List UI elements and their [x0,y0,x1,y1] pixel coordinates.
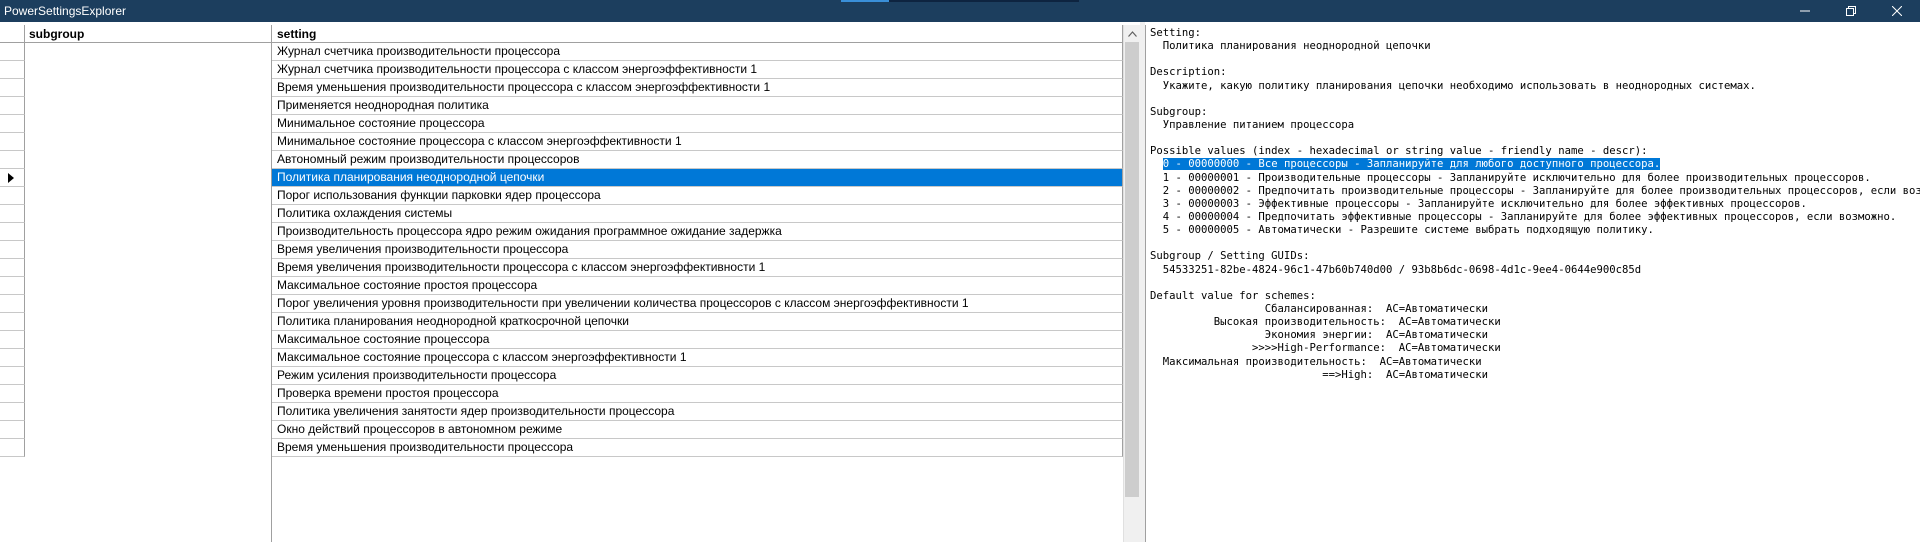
details-line: Setting: [1150,27,1202,39]
table-row[interactable]: Время уменьшения производительности проц… [272,79,1123,97]
table-row[interactable]: Проверка времени простоя процессора [272,385,1123,403]
details-line [1150,132,1920,145]
row-header[interactable] [0,439,25,457]
details-line [1150,277,1920,290]
table-row[interactable]: Порог использования функции парковки яде… [272,187,1123,205]
details-line: 0 - 00000000 - Все процессоры - Запланир… [1150,158,1920,171]
row-header[interactable] [0,133,25,151]
details-line: Subgroup / Setting GUIDs: [1150,250,1310,263]
scrollbar-thumb[interactable] [1125,42,1139,497]
restore-button[interactable] [1828,0,1874,22]
details-line [1150,93,1920,106]
details-line: Управление питанием процессора [1150,118,1355,131]
details-line: 54533251-82be-4824-96c1-47b60b740d00 / 9… [1150,263,1642,276]
table-row[interactable]: Максимальное состояние простоя процессор… [272,277,1123,295]
window-title: PowerSettingsExplorer [4,4,127,18]
table-row[interactable]: Режим усиления производительности процес… [272,367,1123,385]
row-header[interactable] [0,277,25,295]
details-line: Default value for schemes: [1150,289,1316,302]
close-icon [1892,6,1902,16]
row-header[interactable] [0,295,25,313]
title-accent [841,0,889,2]
details-line: Высокая производительность: AC=Автоматич… [1150,316,1501,329]
row-header[interactable] [0,385,25,403]
column-header-setting[interactable]: setting [272,25,1123,43]
details-text: Setting: Политика планирования неоднород… [1146,25,1920,382]
table-row[interactable]: Журнал счетчика производительности проце… [272,61,1123,79]
details-line [1150,237,1920,250]
details-line: Максимальная производительность: AC=Авто… [1150,355,1482,368]
selected-value-text: 0 - 00000000 - Все процессоры - Запланир… [1162,158,1661,171]
close-button[interactable] [1874,0,1920,22]
details-line: Description: [1150,66,1227,79]
subgroup-column [25,43,272,542]
details-line: Сбалансированная: AC=Автоматически [1150,302,1489,315]
table-row[interactable]: Журнал счетчика производительности проце… [272,43,1123,61]
grid-corner-header[interactable] [0,25,25,43]
details-pane[interactable]: Setting: Политика планирования неоднород… [1145,25,1920,542]
row-header[interactable] [0,97,25,115]
vertical-scrollbar[interactable] [1123,25,1140,542]
current-row-arrow-icon [8,173,14,183]
table-row[interactable]: Применяется неоднородная политика [272,97,1123,115]
details-line: 1 - 00000001 - Производительные процессо… [1150,171,1871,184]
table-row[interactable]: Время уменьшения производительности проц… [272,439,1123,457]
details-line: 2 - 00000002 - Предпочитать производител… [1150,184,1920,197]
details-line: 3 - 00000003 - Эффективные процессоры - … [1150,197,1807,210]
row-header[interactable] [0,313,25,331]
table-row[interactable]: Политика увеличения занятости ядер произ… [272,403,1123,421]
details-line: ==>High: AC=Автоматически [1150,368,1489,381]
chevron-up-icon [1127,30,1137,37]
scroll-up-button[interactable] [1124,25,1140,42]
row-headers [0,43,25,542]
row-header[interactable] [0,403,25,421]
setting-rows: Журнал счетчика производительности проце… [272,43,1123,542]
details-line: 5 - 00000005 - Автоматически - Разрешите… [1150,224,1654,237]
table-row[interactable]: Политика планирования неоднородной кратк… [272,313,1123,331]
row-header[interactable] [0,241,25,259]
table-row[interactable]: Максимальное состояние процессора с клас… [272,349,1123,367]
row-header[interactable] [0,61,25,79]
row-header[interactable] [0,43,25,61]
row-header[interactable] [0,169,25,187]
details-line: Subgroup: [1150,105,1208,118]
details-line: Укажите, какую политику планирования цеп… [1150,79,1756,92]
title-accent-dark [889,0,1079,2]
column-header-subgroup[interactable]: subgroup [25,25,272,43]
table-row[interactable]: Минимальное состояние процессора с класс… [272,133,1123,151]
details-line [1150,53,1920,66]
table-row[interactable]: Производительность процессора ядро режим… [272,223,1123,241]
settings-grid[interactable]: subgroup setting Журнал счетчика произво… [0,25,1140,542]
minimize-icon [1800,10,1810,12]
table-row[interactable]: Время увеличения производительности проц… [272,241,1123,259]
row-header[interactable] [0,223,25,241]
row-header[interactable] [0,115,25,133]
title-bar: PowerSettingsExplorer [0,0,1920,22]
row-header[interactable] [0,349,25,367]
details-line: Экономия энергии: AC=Автоматически [1150,329,1489,342]
details-line: Possible values (index - hexadecimal or … [1150,145,1648,158]
table-row[interactable]: Политика охлаждения системы [272,205,1123,223]
row-header[interactable] [0,259,25,277]
table-row[interactable]: Порог увеличения уровня производительнос… [272,295,1123,313]
row-header[interactable] [0,151,25,169]
table-row[interactable]: Политика планирования неоднородной цепоч… [272,169,1123,187]
row-header[interactable] [0,367,25,385]
table-row[interactable]: Минимальное состояние процессора [272,115,1123,133]
table-row[interactable]: Время увеличения производительности проц… [272,259,1123,277]
row-header[interactable] [0,187,25,205]
restore-icon [1846,6,1856,16]
row-header[interactable] [0,205,25,223]
row-header[interactable] [0,421,25,439]
details-line: Политика планирования неоднородной цепоч… [1150,40,1431,53]
table-row[interactable]: Автономный режим производительности проц… [272,151,1123,169]
details-line: 4 - 00000004 - Предпочитать эффективные … [1150,210,1897,223]
row-header[interactable] [0,331,25,349]
details-line: >>>>High-Performance: AC=Автоматически [1150,342,1501,355]
table-row[interactable]: Максимальное состояние процессора [272,331,1123,349]
table-row[interactable]: Окно действий процессоров в автономном р… [272,421,1123,439]
minimize-button[interactable] [1782,0,1828,22]
row-header[interactable] [0,79,25,97]
